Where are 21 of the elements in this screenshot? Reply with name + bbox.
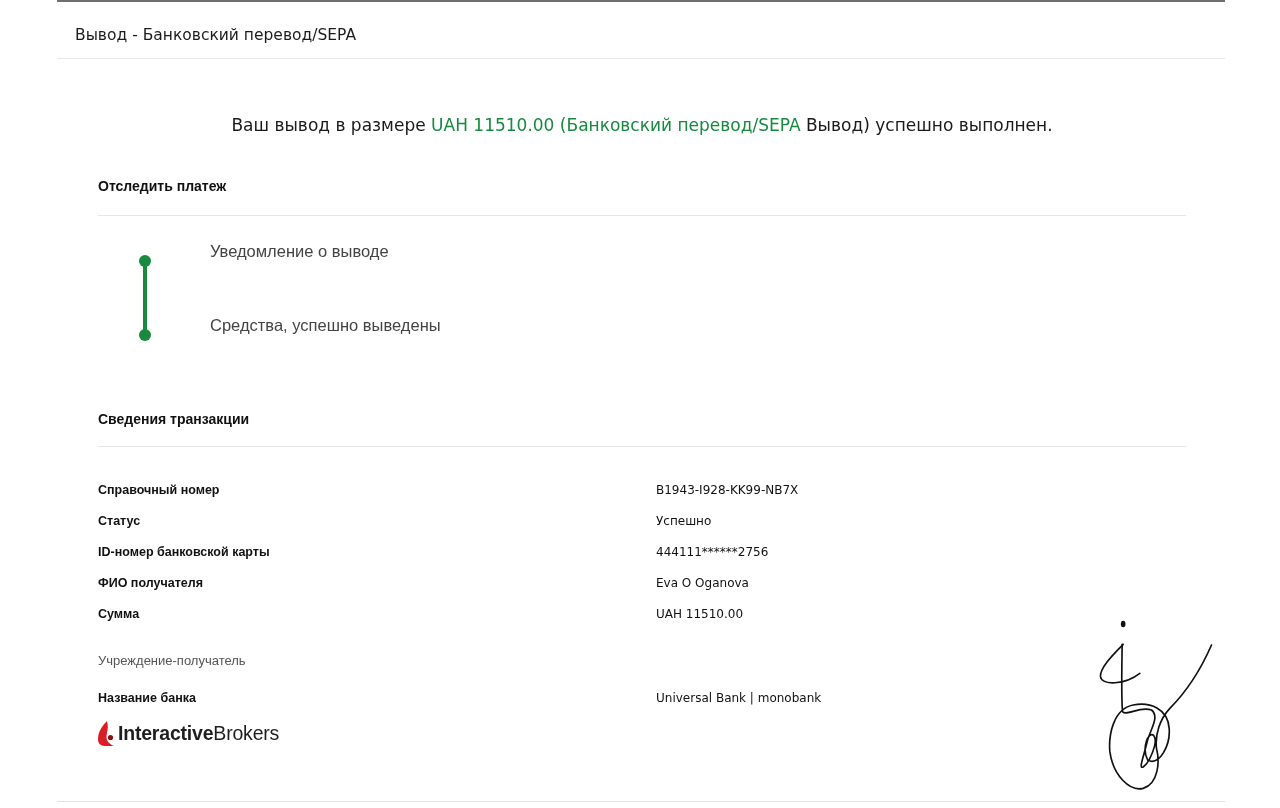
detail-value: Успешно — [656, 512, 712, 529]
success-message: Ваш вывод в размере UAH 11510.00 (Банковский перевод/SEPA Вывод) успешно выполнен. — [231, 114, 1053, 137]
section-heading: Сведения транзакции — [98, 410, 250, 429]
detail-label: ФИО получателя — [98, 574, 203, 591]
logo-mark-icon — [98, 720, 114, 746]
detail-value: Eva O Oganova — [656, 574, 749, 591]
subsection-heading: Учреждение-получатель — [98, 652, 246, 670]
step-label: Уведомление о выводе — [210, 241, 389, 261]
detail-value: 444111******2756 — [656, 543, 769, 560]
detail-label: Справочный номер — [98, 481, 220, 498]
detail-label: ID-номер банковской карты — [98, 543, 270, 560]
page-title: Вывод - Банковский перевод/SEPA — [75, 25, 357, 45]
detail-label: Статус — [98, 512, 141, 529]
step-label: Средства, успешно выведены — [210, 315, 441, 335]
section-heading: Отследить платеж — [98, 177, 227, 196]
detail-label: Название банка — [98, 689, 196, 706]
detail-value: Universal Bank | monobank — [656, 689, 822, 706]
logo-text: InteractiveBrokers — [118, 721, 280, 745]
detail-label: Сумма — [98, 605, 140, 622]
detail-value: B1943-I928-KK99-NB7X — [656, 481, 799, 498]
detail-value: UAH 11510.00 — [656, 605, 744, 622]
